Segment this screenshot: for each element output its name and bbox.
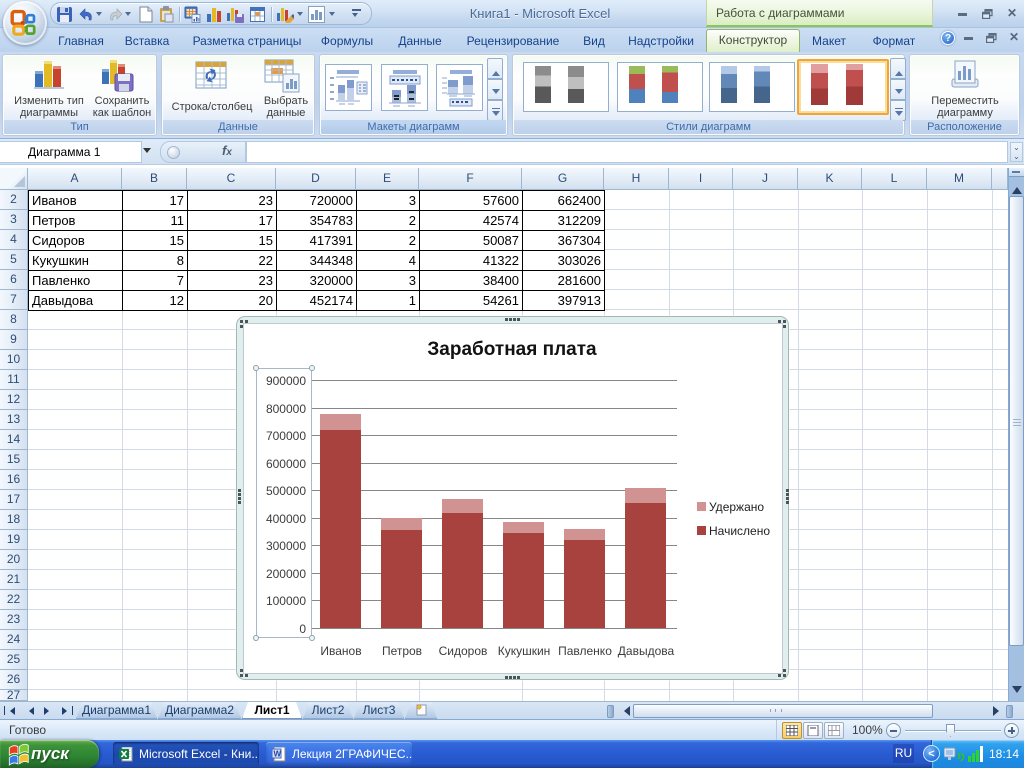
svg-text:W: W (274, 750, 282, 759)
